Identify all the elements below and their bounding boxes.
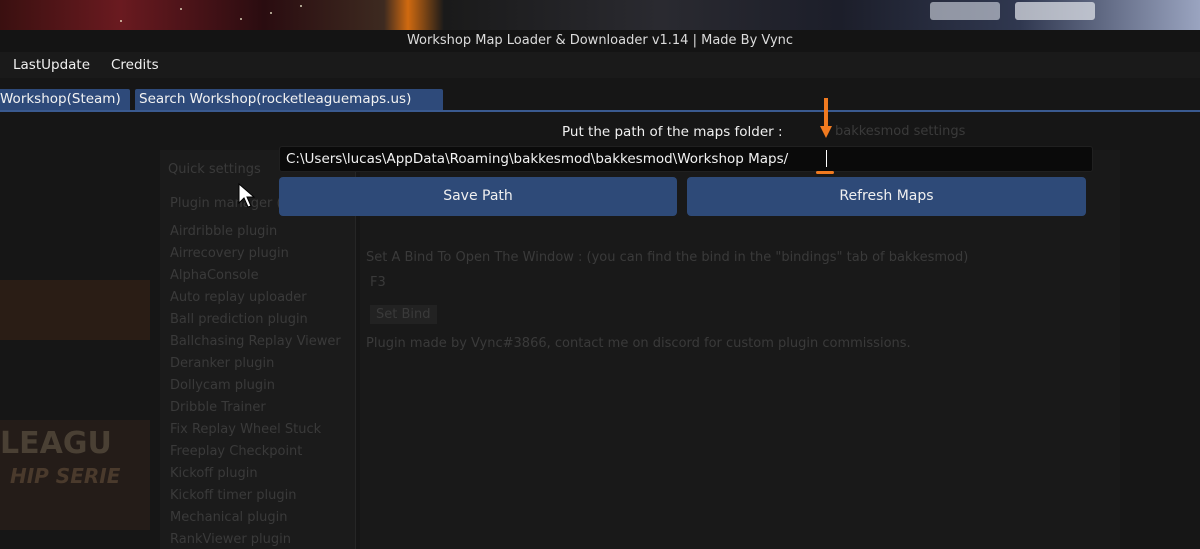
quick-settings-label: Quick settings bbox=[168, 162, 261, 177]
plugin-item: Airdribble plugin bbox=[170, 224, 278, 239]
ghost-league-sign: LEAGU HIP SERIE bbox=[0, 420, 150, 530]
plugin-item: AlphaConsole bbox=[170, 268, 259, 283]
save-path-button[interactable]: Save Path bbox=[279, 177, 677, 216]
tab-underline bbox=[0, 110, 1200, 112]
bakkesmod-settings-title: bakkesmod settings bbox=[835, 124, 966, 139]
plugin-item: RankViewer plugin bbox=[170, 532, 292, 547]
tab-search-workshop[interactable]: Search Workshop(rocketleaguemaps.us) bbox=[135, 89, 443, 110]
annotation-underline bbox=[816, 171, 834, 174]
plugin-item: Dollycam plugin bbox=[170, 378, 275, 393]
plugin-item: Freeplay Checkpoint bbox=[170, 444, 303, 459]
bind-key: F3 bbox=[370, 275, 386, 290]
menu-item-credits[interactable]: Credits bbox=[111, 52, 159, 78]
plugin-item: Deranker plugin bbox=[170, 356, 275, 371]
text-caret bbox=[826, 150, 827, 167]
set-bind-button: Set Bind bbox=[370, 305, 437, 324]
annotation-arrow-icon bbox=[820, 98, 832, 138]
plugin-item: Kickoff plugin bbox=[170, 466, 258, 481]
series-text: HIP SERIE bbox=[10, 464, 121, 488]
tab-bar: Workshop(Steam) Search Workshop(rocketle… bbox=[0, 86, 1200, 110]
bind-instructions: Set A Bind To Open The Window : (you can… bbox=[366, 250, 969, 265]
game-background bbox=[0, 0, 1200, 30]
ghost-backdrop bbox=[0, 280, 150, 340]
menu-item-lastupdate[interactable]: LastUpdate bbox=[13, 52, 90, 78]
league-text: LEAGU bbox=[0, 426, 112, 461]
window-title: Workshop Map Loader & Downloader v1.14 |… bbox=[0, 30, 1200, 52]
path-prompt: Put the path of the maps folder : bbox=[562, 124, 783, 140]
league-logo bbox=[930, 2, 1000, 20]
plugin-item: Ball prediction plugin bbox=[170, 312, 308, 327]
plugin-item: Kickoff timer plugin bbox=[170, 488, 297, 503]
plugin-item: Airrecovery plugin bbox=[170, 246, 289, 261]
plugin-item: Mechanical plugin bbox=[170, 510, 288, 525]
plugin-item: Auto replay uploader bbox=[170, 290, 307, 305]
plugin-item: Ballchasing Replay Viewer bbox=[170, 334, 341, 349]
tab-workshop-steam[interactable]: Workshop(Steam) bbox=[0, 89, 130, 110]
plugin-credit: Plugin made by Vync#3866, contact me on … bbox=[366, 336, 911, 351]
plugin-item: Fix Replay Wheel Stuck bbox=[170, 422, 322, 437]
mouse-cursor-icon bbox=[238, 183, 256, 208]
league-banner bbox=[1015, 2, 1095, 20]
menu-bar: LastUpdate Credits bbox=[0, 52, 1200, 78]
refresh-maps-button[interactable]: Refresh Maps bbox=[687, 177, 1086, 216]
maps-path-input[interactable]: C:\Users\lucas\AppData\Roaming\bakkesmod… bbox=[279, 146, 1093, 172]
plugin-item: Dribble Trainer bbox=[170, 400, 266, 415]
